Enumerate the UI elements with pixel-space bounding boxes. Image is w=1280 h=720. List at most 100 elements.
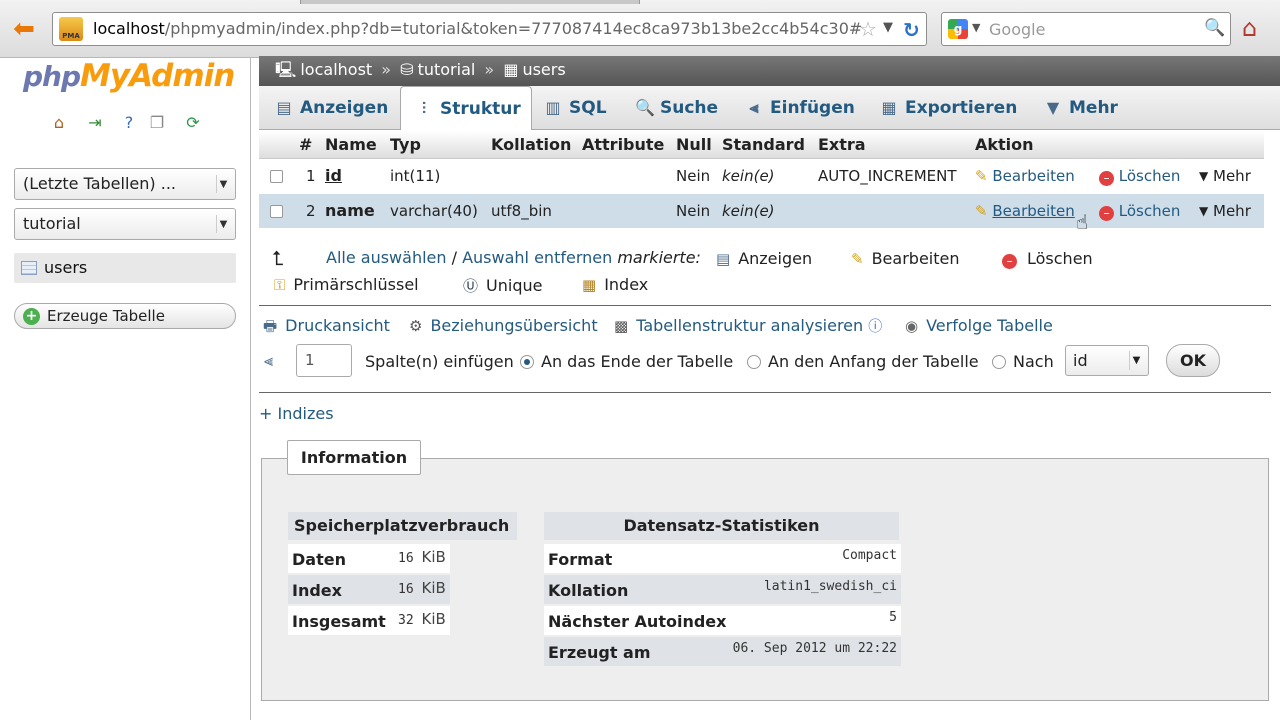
- delete-button[interactable]: – Löschen: [1099, 202, 1180, 221]
- back-arrow-icon[interactable]: ⬅: [8, 14, 40, 44]
- table-icon: [21, 261, 37, 275]
- tab-search[interactable]: 🔍 Suche: [635, 86, 718, 130]
- radio-icon: [747, 355, 761, 369]
- database-select[interactable]: tutorial ▼: [14, 208, 236, 240]
- refresh-icon[interactable]: ⟳: [183, 113, 203, 133]
- after-column-select[interactable]: id ▼: [1065, 345, 1149, 376]
- bookmark-star-icon[interactable]: ☆: [859, 17, 877, 41]
- insert-column-icon: ⫷: [264, 351, 274, 370]
- header-num: #: [299, 135, 313, 154]
- header-action: Aktion: [975, 135, 1034, 154]
- space-row-data: Daten 16 KiB: [288, 544, 450, 573]
- analyze-structure-link[interactable]: ▩ Tabellenstruktur analysieren ⓘ: [614, 316, 882, 336]
- sql-icon: ▥: [545, 98, 561, 117]
- search-bar[interactable]: g ▼ Google 🔍: [941, 12, 1231, 46]
- bulk-edit-button[interactable]: ✎ Bearbeiten: [851, 249, 959, 268]
- space-value: 32 KiB: [398, 610, 446, 628]
- breadcrumb-separator: »: [381, 60, 392, 79]
- recent-tables-select[interactable]: (Letzte Tabellen) ... ▼: [14, 168, 236, 200]
- indexes-toggle-link[interactable]: + Indizes: [259, 404, 334, 423]
- insert-icon: ⫷: [749, 98, 759, 117]
- row-checkbox[interactable]: [270, 170, 283, 183]
- google-logo-icon[interactable]: g: [948, 19, 968, 39]
- space-label: Insgesamt: [292, 612, 386, 631]
- url-text[interactable]: localhost/phpmyadmin/index.php?db=tutori…: [93, 19, 862, 38]
- breadcrumb-separator: »: [484, 60, 495, 79]
- home-icon[interactable]: ⌂: [49, 113, 69, 133]
- radio-end-of-table[interactable]: An das Ende der Tabelle: [520, 352, 733, 371]
- tab-structure[interactable]: ⫶ Struktur: [400, 86, 532, 130]
- select-all-link[interactable]: Alle auswählen: [326, 248, 447, 267]
- tab-export[interactable]: ▦ Exportieren: [880, 86, 1017, 130]
- edit-button[interactable]: ✎ Bearbeiten: [975, 202, 1075, 220]
- delete-icon: –: [1099, 206, 1114, 221]
- more-dropdown[interactable]: ▼ Mehr: [1199, 202, 1251, 220]
- address-bar[interactable]: PMA localhost/phpmyadmin/index.php?db=tu…: [52, 12, 927, 46]
- space-value: 16 KiB: [398, 579, 446, 597]
- deselect-all-link[interactable]: Auswahl entfernen: [462, 248, 612, 267]
- plus-icon: +: [23, 308, 40, 325]
- documentation-icon[interactable]: ❐: [147, 113, 167, 133]
- stats-row: Kollation latin1_swedish_ci: [544, 575, 901, 604]
- delete-icon: –: [1099, 171, 1114, 186]
- breadcrumb-database[interactable]: tutorial: [418, 60, 476, 79]
- bulk-browse-button[interactable]: ▤ Anzeigen: [716, 249, 812, 268]
- tab-sql[interactable]: ▥ SQL: [544, 86, 606, 130]
- relations-link[interactable]: ⚙ Beziehungsübersicht: [409, 316, 598, 335]
- tab-bar: ▤ Anzeigen ⫶ Struktur ▥ SQL 🔍 Suche ⫷ Einfüge…: [259, 86, 1280, 130]
- logout-icon[interactable]: ⇥: [85, 113, 105, 133]
- structure-table-header: # Name Typ Kollation Attribute Null Stan…: [259, 131, 1264, 159]
- bulk-index-button[interactable]: ▦ Index: [582, 275, 648, 294]
- column-type: varchar(40): [390, 202, 478, 220]
- row-checkbox[interactable]: [270, 205, 283, 218]
- bulk-delete-button[interactable]: – Löschen: [1002, 249, 1093, 269]
- edit-button[interactable]: ✎ Bearbeiten: [975, 167, 1075, 185]
- tab-more[interactable]: ▼ Mehr: [1044, 86, 1118, 130]
- column-collation: utf8_bin: [491, 202, 552, 220]
- hand-cursor-icon: ☝: [1076, 210, 1089, 234]
- header-type: Typ: [390, 135, 421, 154]
- search-engine-dropdown-icon[interactable]: ▼: [972, 21, 980, 34]
- chevron-down-icon: ▼: [1129, 351, 1143, 370]
- print-view-link[interactable]: 🖶 Druckansicht: [263, 316, 390, 341]
- create-table-button[interactable]: + Erzeuge Tabelle: [14, 303, 236, 329]
- printer-icon: 🖶: [263, 317, 278, 335]
- delete-button[interactable]: – Löschen: [1099, 167, 1180, 186]
- stats-label: Erzeugt am: [548, 643, 651, 662]
- delete-icon: –: [1002, 254, 1017, 269]
- eye-icon: ◉: [905, 317, 919, 335]
- tab-insert[interactable]: ⫷ Einfügen: [745, 86, 854, 130]
- search-placeholder[interactable]: Google: [989, 20, 1045, 39]
- sidebar-item-users[interactable]: users: [14, 253, 236, 283]
- unique-icon: Ⓤ: [463, 277, 479, 295]
- reload-icon[interactable]: ↻: [903, 18, 920, 42]
- breadcrumb-server[interactable]: localhost: [300, 60, 372, 79]
- row-statistics-header: Datensatz-Statistiken: [544, 512, 899, 540]
- bulk-primary-button[interactable]: ⚿ Primärschlüssel: [274, 275, 419, 294]
- information-legend: Information: [287, 440, 421, 475]
- magnifier-icon[interactable]: 🔍: [1204, 18, 1225, 38]
- ok-button[interactable]: OK: [1166, 344, 1220, 377]
- tab-browse[interactable]: ▤ Anzeigen: [275, 86, 388, 130]
- bulk-unique-button[interactable]: Ⓤ Unique: [463, 275, 542, 296]
- header-attributes: Attribute: [582, 135, 665, 154]
- breadcrumb-table[interactable]: users: [522, 60, 565, 79]
- help-icon[interactable]: ?: [119, 113, 139, 133]
- stats-label: Format: [548, 550, 613, 569]
- browser-tab[interactable]: [300, 0, 640, 4]
- more-dropdown[interactable]: ▼ Mehr: [1199, 167, 1251, 185]
- home-icon[interactable]: ⌂: [1242, 14, 1257, 42]
- track-table-link[interactable]: ◉ Verfolge Tabelle: [905, 316, 1053, 335]
- pencil-icon: ✎: [975, 202, 988, 220]
- history-dropdown-icon[interactable]: ▼: [883, 20, 893, 35]
- radio-beginning-of-table[interactable]: An den Anfang der Tabelle: [747, 352, 979, 371]
- stats-label: Nächster Autoindex: [548, 612, 727, 631]
- header-default: Standard: [722, 135, 805, 154]
- column-count-input[interactable]: 1: [296, 344, 352, 377]
- header-name: Name: [325, 135, 377, 154]
- search-icon: 🔍: [635, 98, 655, 117]
- help-icon[interactable]: ⓘ: [868, 319, 882, 335]
- phpmyadmin-logo[interactable]: phpMyAdmin: [23, 58, 235, 94]
- radio-after-column[interactable]: Nach: [992, 352, 1054, 371]
- triangle-down-icon: ▼: [1199, 204, 1209, 218]
